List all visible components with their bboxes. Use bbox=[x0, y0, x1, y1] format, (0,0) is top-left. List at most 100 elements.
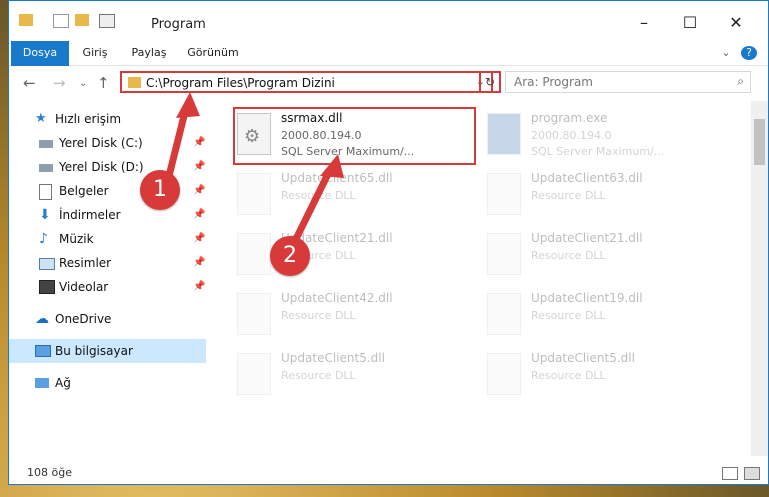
sidebar-item-disk-c[interactable]: Yerel Disk (C:) 📌 bbox=[9, 131, 206, 155]
address-path: C:\Program Files\Program Dizini bbox=[146, 76, 335, 90]
sidebar-item-onedrive[interactable]: ☁ OneDrive bbox=[9, 307, 206, 331]
status-bar: 108 öğe bbox=[9, 462, 768, 484]
sidebar-item-label: İndirmeler bbox=[59, 208, 121, 222]
list-item[interactable]: UpdateClient5.dll Resource DLL bbox=[479, 347, 709, 403]
refresh-button[interactable]: ↻ bbox=[479, 71, 501, 93]
sidebar-item-disk-d[interactable]: Yerel Disk (D:) 📌 bbox=[9, 155, 206, 179]
item-count: 108 öğe bbox=[27, 466, 72, 479]
recent-locations-icon[interactable]: ⌄ bbox=[79, 78, 87, 89]
view-icon[interactable] bbox=[99, 14, 115, 28]
maximize-button[interactable]: ☐ bbox=[675, 9, 705, 37]
list-item[interactable]: UpdateClient42.dll Resource DLL bbox=[229, 287, 459, 343]
dll-file-icon bbox=[237, 353, 271, 395]
sidebar-item-videos[interactable]: Videolar 📌 bbox=[9, 275, 206, 299]
file-description: Resource DLL bbox=[531, 189, 606, 202]
folder-icon bbox=[128, 77, 141, 88]
properties-icon[interactable] bbox=[53, 14, 69, 28]
tab-share[interactable]: Paylaş bbox=[127, 41, 171, 65]
file-name: UpdateClient5.dll bbox=[281, 351, 385, 365]
title-bar: Program – ☐ ✕ bbox=[9, 1, 768, 41]
music-icon: ♪ bbox=[39, 231, 48, 247]
sidebar-item-label: OneDrive bbox=[55, 312, 112, 326]
file-highlight-box bbox=[233, 107, 476, 165]
cloud-icon: ☁ bbox=[35, 311, 49, 327]
ribbon-tabs: Dosya Giriş Paylaş Görünüm ⌄ ? bbox=[9, 41, 768, 97]
sidebar-item-network[interactable]: Ağ bbox=[9, 371, 206, 395]
file-description: Resource DLL bbox=[281, 189, 356, 202]
list-item[interactable]: UpdateClient21.dll Resource DLL bbox=[479, 227, 709, 283]
up-icon[interactable]: ↑ bbox=[97, 74, 110, 92]
file-description: Resource DLL bbox=[531, 369, 606, 382]
network-icon bbox=[35, 378, 49, 388]
list-item[interactable]: program.exe 2000.80.194.0 SQL Server Max… bbox=[479, 107, 709, 163]
pin-icon[interactable]: 📌 bbox=[193, 227, 205, 251]
step-badge-2: 2 bbox=[270, 236, 310, 276]
tab-view[interactable]: Görünüm bbox=[185, 41, 241, 65]
sidebar-item-this-pc[interactable]: Bu bilgisayar bbox=[9, 339, 206, 363]
sidebar-item-label: Hızlı erişim bbox=[55, 112, 122, 126]
scrollbar-thumb[interactable] bbox=[754, 119, 765, 165]
step-badge-1: 1 bbox=[140, 170, 180, 210]
file-description: Resource DLL bbox=[281, 309, 356, 322]
forward-icon[interactable]: → bbox=[53, 74, 66, 92]
drive-icon bbox=[39, 140, 53, 148]
explorer-window: Program – ☐ ✕ Dosya Giriş Paylaş Görünüm… bbox=[8, 0, 769, 485]
minimize-button[interactable]: – bbox=[629, 9, 659, 37]
computer-icon bbox=[35, 345, 51, 357]
back-icon[interactable]: ← bbox=[23, 74, 36, 92]
pin-icon[interactable]: 📌 bbox=[193, 251, 205, 275]
navigation-bar: ← → ⌄ ↑ C:\Program Files\Program Dizini … bbox=[9, 66, 768, 100]
video-icon bbox=[39, 280, 55, 294]
vertical-scrollbar[interactable] bbox=[751, 101, 768, 456]
list-item[interactable]: UpdateClient65.dll Resource DLL bbox=[229, 167, 459, 223]
dll-file-icon bbox=[237, 293, 271, 335]
file-version: 2000.80.194.0 bbox=[531, 129, 612, 142]
help-icon[interactable]: ? bbox=[741, 46, 757, 60]
sidebar-item-music[interactable]: ♪ Müzik 📌 bbox=[9, 227, 206, 251]
sidebar-item-label: Yerel Disk (C:) bbox=[59, 136, 143, 150]
pin-icon[interactable]: 📌 bbox=[193, 275, 205, 299]
file-description: Resource DLL bbox=[531, 309, 606, 322]
pin-icon[interactable]: 📌 bbox=[193, 203, 205, 227]
pin-icon[interactable]: 📌 bbox=[193, 179, 205, 203]
dll-file-icon bbox=[487, 293, 521, 335]
file-name: UpdateClient42.dll bbox=[281, 291, 393, 305]
sidebar-item-label: Bu bilgisayar bbox=[55, 344, 133, 358]
sidebar-item-label: Müzik bbox=[59, 232, 94, 246]
tiles-view-icon[interactable] bbox=[744, 467, 760, 480]
sidebar-item-label: Ağ bbox=[55, 376, 71, 390]
dll-file-icon bbox=[487, 233, 521, 275]
file-name: UpdateClient63.dll bbox=[531, 171, 643, 185]
pictures-icon bbox=[39, 258, 55, 270]
exe-file-icon bbox=[487, 113, 521, 155]
sidebar-item-pictures[interactable]: Resimler 📌 bbox=[9, 251, 206, 275]
tab-home[interactable]: Giriş bbox=[75, 41, 115, 65]
list-item[interactable]: UpdateClient5.dll Resource DLL bbox=[229, 347, 459, 403]
folder-icon bbox=[19, 14, 33, 26]
download-icon: ⬇ bbox=[39, 207, 51, 223]
dll-file-icon bbox=[487, 353, 521, 395]
list-item[interactable]: UpdateClient21.dll Resource DLL bbox=[229, 227, 459, 283]
dll-file-icon bbox=[487, 173, 521, 215]
search-icon: ⌕ bbox=[737, 74, 744, 88]
expand-ribbon-icon[interactable]: ⌄ bbox=[719, 41, 733, 65]
pin-icon[interactable]: 📌 bbox=[193, 131, 205, 155]
details-view-icon[interactable] bbox=[722, 467, 738, 480]
file-name: UpdateClient21.dll bbox=[531, 231, 643, 245]
sidebar-item-quick-access[interactable]: ★ Hızlı erişim bbox=[9, 107, 206, 131]
list-item[interactable]: UpdateClient63.dll Resource DLL bbox=[479, 167, 709, 223]
dll-file-icon bbox=[237, 233, 271, 275]
new-folder-icon[interactable] bbox=[75, 14, 89, 26]
pin-icon[interactable]: 📌 bbox=[193, 155, 205, 179]
search-box[interactable]: Ara: Program ⌕ bbox=[505, 71, 751, 93]
file-name: UpdateClient5.dll bbox=[531, 351, 635, 365]
navigation-pane: ★ Hızlı erişim Yerel Disk (C:) 📌 Yerel D… bbox=[9, 101, 206, 456]
file-description: Resource DLL bbox=[531, 249, 606, 262]
close-button[interactable]: ✕ bbox=[721, 9, 751, 37]
sidebar-item-label: Resimler bbox=[59, 256, 112, 270]
list-item[interactable]: UpdateClient19.dll Resource DLL bbox=[479, 287, 709, 343]
address-bar[interactable]: C:\Program Files\Program Dizini ⌄ bbox=[120, 71, 493, 93]
sidebar-item-downloads[interactable]: ⬇ İndirmeler 📌 bbox=[9, 203, 206, 227]
sidebar-item-label: Yerel Disk (D:) bbox=[59, 160, 144, 174]
sidebar-item-label: Videolar bbox=[59, 280, 109, 294]
